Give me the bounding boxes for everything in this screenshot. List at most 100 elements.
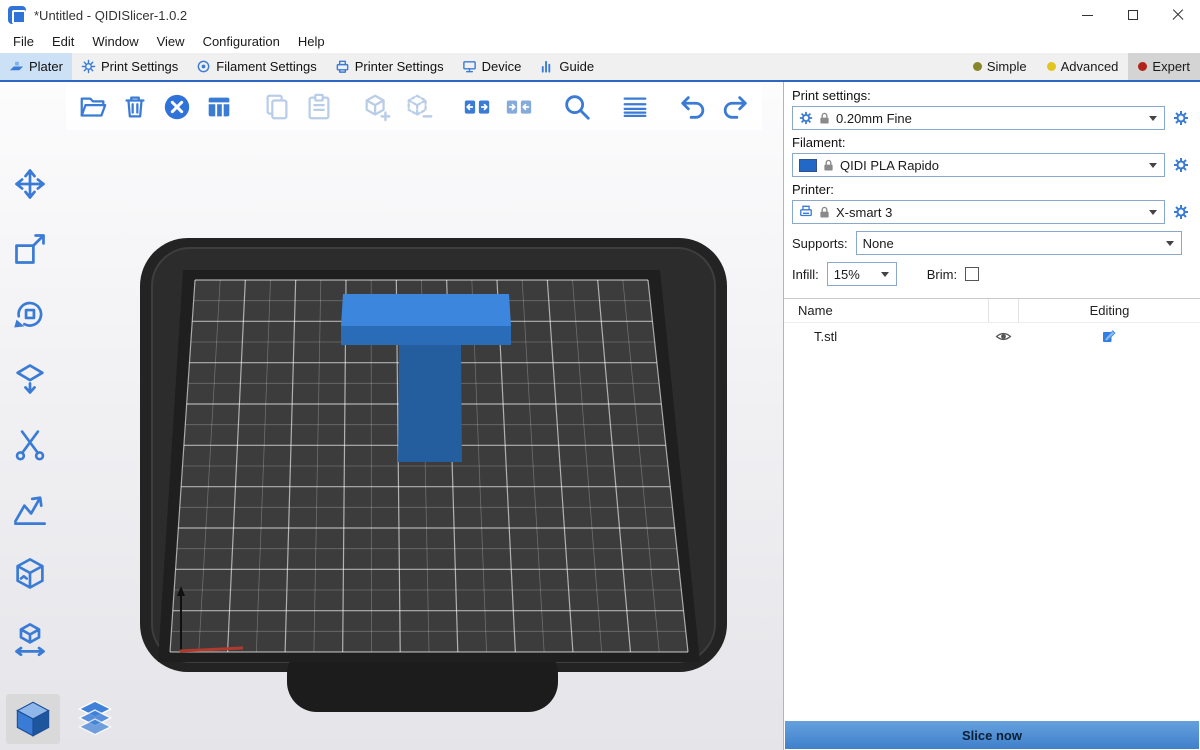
menu-configuration[interactable]: Configuration <box>194 31 289 52</box>
plater-icon <box>9 59 24 74</box>
minimize-icon <box>1082 15 1093 16</box>
mode-label: Advanced <box>1061 59 1119 74</box>
print-settings-label: Print settings: <box>792 88 1190 103</box>
seam-painting-icon <box>12 556 48 592</box>
simple-mode-dot-icon <box>973 62 982 71</box>
tab-device[interactable]: Device <box>453 53 531 80</box>
place-on-face-icon <box>12 361 48 397</box>
copy-button[interactable] <box>258 87 296 127</box>
arrange-button[interactable] <box>200 87 238 127</box>
infill-combo[interactable]: 15% <box>827 262 897 286</box>
editing-toggle[interactable] <box>1018 323 1200 350</box>
editing-icon <box>1101 329 1117 345</box>
filament-combo[interactable]: QIDI PLA Rapido <box>792 153 1165 177</box>
printer-icon <box>335 59 350 74</box>
gear-icon <box>1173 157 1189 173</box>
object-name: T.stl <box>784 329 988 344</box>
place-on-face-button[interactable] <box>4 353 56 405</box>
printer-value: X-smart 3 <box>836 205 892 220</box>
paint-on-supports-button[interactable] <box>4 483 56 535</box>
column-visibility <box>988 299 1018 322</box>
mode-expert[interactable]: Expert <box>1128 53 1200 80</box>
mode-simple[interactable]: Simple <box>963 53 1037 80</box>
search-button[interactable] <box>558 87 596 127</box>
device-monitor-icon <box>462 59 477 74</box>
maximize-button[interactable] <box>1110 0 1155 30</box>
seam-painting-button[interactable] <box>4 548 56 600</box>
paste-button[interactable] <box>300 87 338 127</box>
brim-label: Brim: <box>927 267 957 282</box>
3d-editor-view-icon <box>14 700 52 738</box>
undo-button[interactable] <box>674 87 712 127</box>
gear-icon <box>1173 204 1189 220</box>
infill-value: 15% <box>834 267 860 282</box>
object-list-row[interactable]: T.stl <box>784 323 1200 350</box>
tab-printer-settings[interactable]: Printer Settings <box>326 53 453 80</box>
tab-label: Plater <box>29 59 63 74</box>
delete-all-button[interactable] <box>158 87 196 127</box>
tab-filament-settings[interactable]: Filament Settings <box>187 53 325 80</box>
tab-guide[interactable]: Guide <box>530 53 603 80</box>
remove-instance-button[interactable] <box>400 87 438 127</box>
print-settings-value: 0.20mm Fine <box>836 111 912 126</box>
menu-file[interactable]: File <box>4 31 43 52</box>
supports-combo[interactable]: None <box>856 231 1182 255</box>
tab-plater[interactable]: Plater <box>0 53 72 80</box>
filament-label: Filament: <box>792 135 1190 150</box>
chevron-down-icon <box>1149 210 1157 215</box>
redo-button[interactable] <box>716 87 754 127</box>
measure-icon <box>12 621 48 657</box>
lock-icon <box>819 112 830 125</box>
close-button[interactable] <box>1155 0 1200 30</box>
preview-layers-view-button[interactable] <box>68 694 122 744</box>
mode-label: Simple <box>987 59 1027 74</box>
menu-bar: File Edit Window View Configuration Help <box>0 30 1200 53</box>
menu-help[interactable]: Help <box>289 31 334 52</box>
tab-print-settings[interactable]: Print Settings <box>72 53 187 80</box>
measure-button[interactable] <box>4 613 56 665</box>
split-to-parts-icon <box>504 92 534 122</box>
minimize-button[interactable] <box>1065 0 1110 30</box>
print-settings-edit-button[interactable] <box>1172 110 1190 126</box>
tab-label: Print Settings <box>101 59 178 74</box>
tab-bar: Plater Print Settings Filament Settings … <box>0 53 1200 82</box>
menu-view[interactable]: View <box>148 31 194 52</box>
variable-layer-height-icon <box>620 92 650 122</box>
visibility-toggle[interactable] <box>988 323 1018 350</box>
title-bar: *Untitled - QIDISlicer-1.0.2 <box>0 0 1200 30</box>
filament-edit-button[interactable] <box>1172 157 1190 173</box>
brim-checkbox[interactable] <box>965 267 979 281</box>
3d-editor-view-button[interactable] <box>6 694 60 744</box>
scale-icon <box>12 231 48 267</box>
printer-edit-button[interactable] <box>1172 204 1190 220</box>
menu-window[interactable]: Window <box>83 31 147 52</box>
add-instance-icon <box>362 92 392 122</box>
slice-now-button[interactable]: Slice now <box>785 721 1199 749</box>
add-instance-button[interactable] <box>358 87 396 127</box>
tab-label: Device <box>482 59 522 74</box>
infill-label: Infill: <box>792 267 819 282</box>
variable-layer-height-button[interactable] <box>616 87 654 127</box>
printer-combo[interactable]: X-smart 3 <box>792 200 1165 224</box>
expert-mode-dot-icon <box>1138 62 1147 71</box>
mode-advanced[interactable]: Advanced <box>1037 53 1129 80</box>
split-to-parts-button[interactable] <box>500 87 538 127</box>
eye-icon <box>995 328 1012 345</box>
object-list: Name Editing T.stl <box>784 298 1200 720</box>
3d-viewport[interactable] <box>0 82 783 750</box>
cut-button[interactable] <box>4 418 56 470</box>
scale-button[interactable] <box>4 223 56 275</box>
mode-label: Expert <box>1152 59 1190 74</box>
maximize-icon <box>1128 10 1138 20</box>
print-settings-combo[interactable]: 0.20mm Fine <box>792 106 1165 130</box>
rotate-button[interactable] <box>4 288 56 340</box>
split-to-objects-button[interactable] <box>458 87 496 127</box>
tab-label: Filament Settings <box>216 59 316 74</box>
printer-label: Printer: <box>792 182 1190 197</box>
menu-edit[interactable]: Edit <box>43 31 83 52</box>
move-button[interactable] <box>4 158 56 210</box>
filament-spool-icon <box>196 59 211 74</box>
scene-canvas <box>0 82 783 750</box>
open-project-button[interactable] <box>74 87 112 127</box>
delete-button[interactable] <box>116 87 154 127</box>
